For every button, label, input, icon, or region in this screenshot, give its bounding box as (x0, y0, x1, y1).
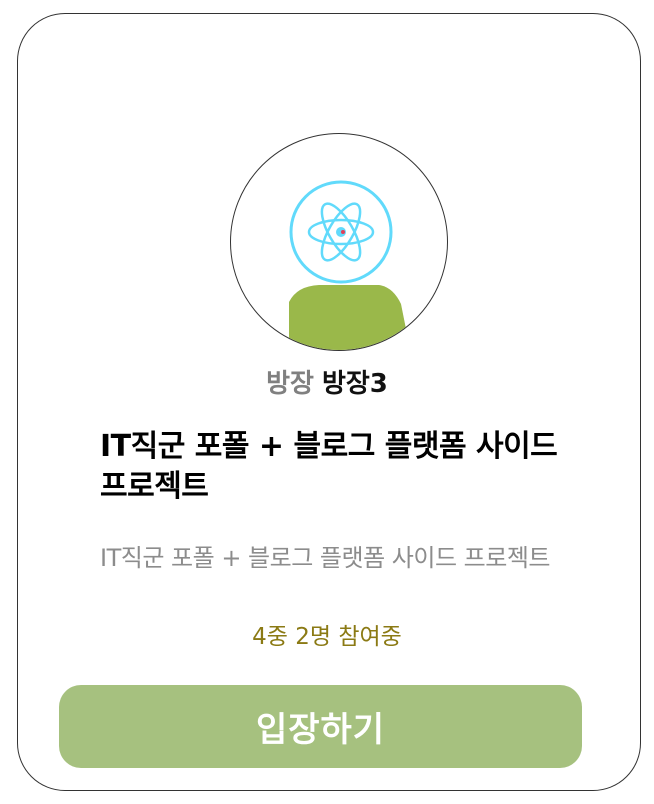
react-atom-icon (289, 180, 393, 284)
enter-room-button[interactable]: 입장하기 (59, 685, 582, 768)
room-description: IT직군 포폴 + 블로그 플랫폼 사이드 프로젝트 (100, 544, 550, 572)
avatar-image (289, 180, 407, 350)
participant-count: 4중 2명 참여중 (252, 624, 402, 650)
host-name: 방장3 (321, 369, 388, 399)
room-title: IT직군 포폴 + 블로그 플랫폼 사이드 프로젝트 (100, 429, 558, 504)
host-avatar (230, 133, 448, 351)
room-card (17, 13, 641, 791)
host-info: 방장 방장3 (0, 366, 654, 402)
avatar-body (289, 285, 407, 350)
host-label: 방장 (266, 369, 314, 399)
